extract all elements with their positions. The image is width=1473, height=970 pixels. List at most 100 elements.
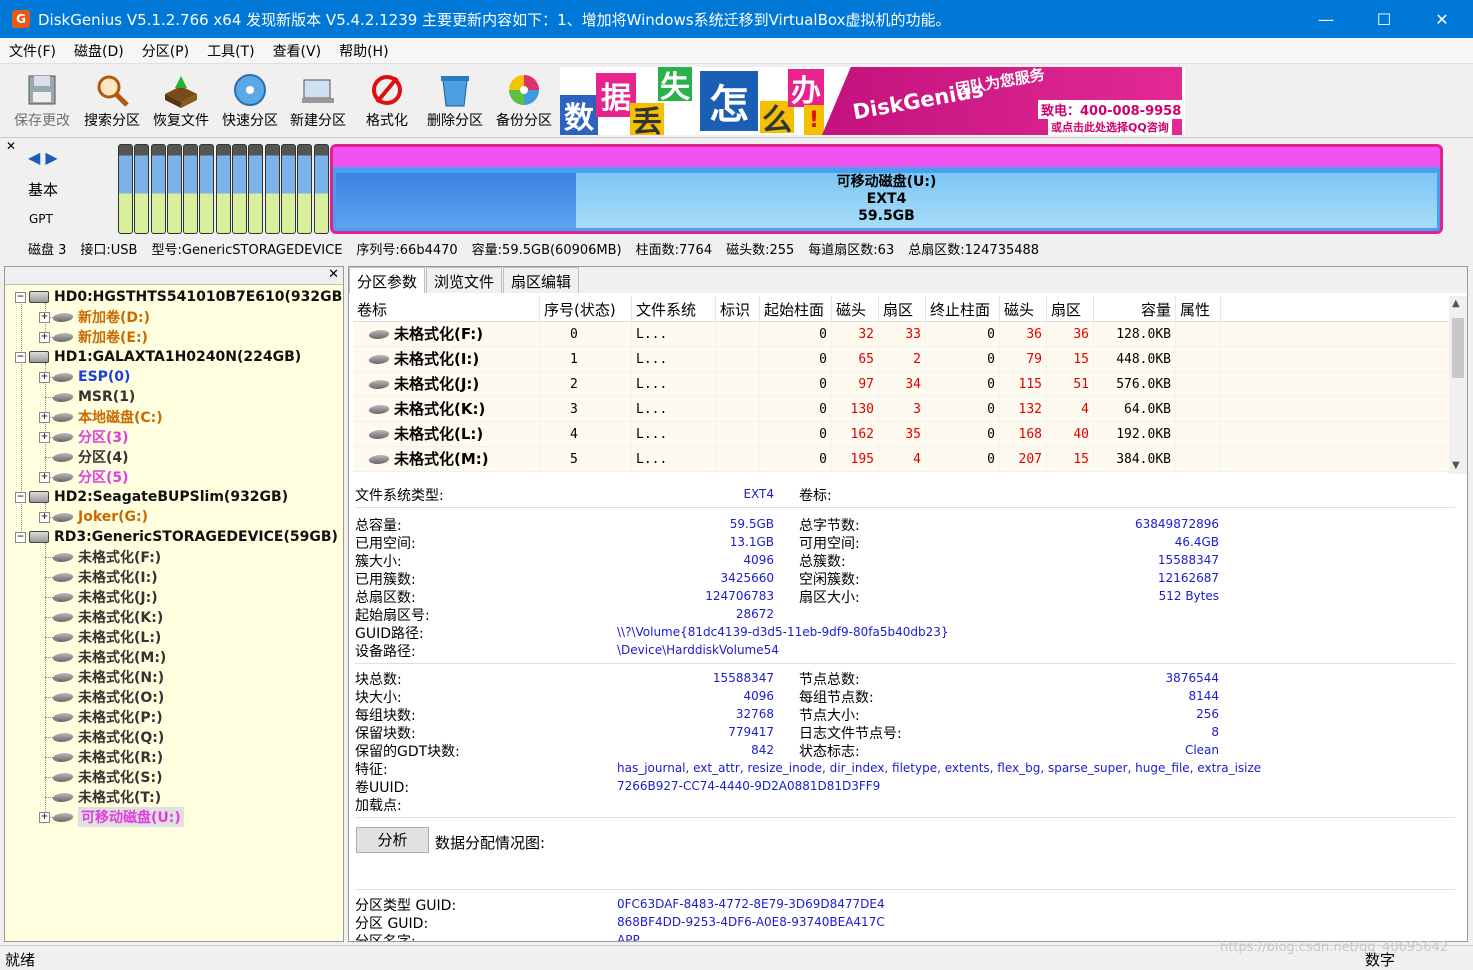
partition-block[interactable] (313, 144, 329, 234)
tree-partition-node[interactable]: 未格式化(K:) (39, 607, 163, 627)
scrollbar-thumb[interactable] (1452, 318, 1464, 378)
new-partition-button[interactable]: 新建分区 (284, 68, 352, 134)
partition-block[interactable] (183, 144, 199, 234)
tree-partition-node[interactable]: + 分区(3) (39, 427, 129, 447)
table-row[interactable]: 未格式化(K:) 3 L... 0 130 3 0 132 4 64.0KB (353, 396, 1449, 422)
tree-disk-node[interactable]: − HD1:GALAXTA1H0240N(224GB) (15, 347, 301, 367)
tab-browse-files[interactable]: 浏览文件 (426, 267, 503, 293)
expand-icon[interactable]: + (39, 471, 50, 483)
column-header[interactable]: 序号(状态) (540, 296, 632, 321)
expand-icon[interactable]: + (39, 331, 50, 343)
close-disk-panel-icon[interactable]: ✕ (6, 139, 16, 153)
tree-partition-node[interactable]: 未格式化(N:) (39, 667, 164, 687)
menu-disk[interactable]: 磁盘(D) (65, 41, 133, 61)
tree-partition-node[interactable]: 未格式化(M:) (39, 647, 166, 667)
tree-partition-node[interactable]: + 新加卷(E:) (39, 327, 148, 347)
partition-block[interactable] (118, 144, 133, 234)
column-header[interactable]: 磁头 (1000, 296, 1047, 321)
menu-view[interactable]: 查看(V) (264, 41, 331, 61)
tree-partition-node[interactable]: + 分区(5) (39, 467, 129, 487)
tree-disk-node[interactable]: − HD2:SeagateBUPSlim(932GB) (15, 487, 288, 507)
quick-partition-button[interactable]: 快速分区 (216, 68, 284, 134)
expand-icon[interactable]: + (39, 311, 50, 323)
expand-icon[interactable]: + (39, 411, 50, 423)
tree-partition-node[interactable]: + 可移动磁盘(U:) (39, 807, 184, 827)
menu-partition[interactable]: 分区(P) (133, 41, 198, 61)
partition-block[interactable] (134, 144, 150, 234)
partition-block[interactable] (166, 144, 182, 234)
close-tree-icon[interactable]: ✕ (328, 267, 339, 282)
partition-block[interactable] (150, 144, 166, 234)
tree-partition-node[interactable]: 未格式化(S:) (39, 767, 162, 787)
tree-partition-node[interactable]: 未格式化(P:) (39, 707, 163, 727)
partition-block[interactable] (199, 144, 215, 234)
column-header[interactable]: 终止柱面 (926, 296, 1000, 321)
advertisement-banner[interactable]: 数 据 丢 失 怎 么 办 ! DiskGenius 团队为您服务 致电：400… (560, 67, 1185, 135)
expand-icon[interactable]: + (39, 811, 50, 823)
recover-files-button[interactable]: 恢复文件 (147, 68, 215, 134)
maximize-button[interactable]: ☐ (1355, 0, 1413, 38)
tree-partition-node[interactable]: MSR(1) (39, 387, 135, 407)
tab-partition-params[interactable]: 分区参数 (349, 267, 426, 293)
tree-disk-node[interactable]: − HD0:HGSTHTS541010B7E610(932GB) (15, 287, 343, 307)
tree-partition-node[interactable]: 未格式化(O:) (39, 687, 164, 707)
save-changes-button[interactable]: 保存更改 (8, 68, 76, 134)
selected-partition-block[interactable]: 可移动磁盘(U:) EXT4 59.5GB (330, 144, 1443, 234)
column-header[interactable]: 卷标 (353, 296, 540, 321)
delete-partition-button[interactable]: 删除分区 (421, 68, 489, 134)
tree-partition-node[interactable]: + 本地磁盘(C:) (39, 407, 163, 427)
tab-sector-edit[interactable]: 扇区编辑 (503, 267, 580, 293)
search-partition-button[interactable]: 搜索分区 (78, 68, 146, 134)
tree-partition-node[interactable]: 未格式化(R:) (39, 747, 163, 767)
tree-partition-node[interactable]: 分区(4) (39, 447, 129, 467)
column-header[interactable]: 起始柱面 (760, 296, 832, 321)
column-header[interactable]: 文件系统 (632, 296, 716, 321)
close-button[interactable]: ✕ (1413, 0, 1471, 38)
collapse-icon[interactable]: − (15, 351, 26, 363)
column-header[interactable]: 标识 (716, 296, 760, 321)
analyze-button[interactable]: 分析 (356, 827, 429, 853)
tree-partition-node[interactable]: 未格式化(J:) (39, 587, 158, 607)
column-header[interactable]: 扇区 (1047, 296, 1094, 321)
tree-partition-node[interactable]: + Joker(G:) (39, 507, 148, 527)
small-partitions-map[interactable] (118, 144, 330, 234)
tree-partition-node[interactable]: 未格式化(T:) (39, 787, 161, 807)
minimize-button[interactable]: — (1297, 0, 1355, 38)
table-row[interactable]: 未格式化(M:) 5 L... 0 195 4 0 207 15 384.0KB (353, 446, 1449, 472)
table-row[interactable]: 未格式化(J:) 2 L... 0 97 34 0 115 51 576.0KB (353, 371, 1449, 397)
partition-block[interactable] (280, 144, 296, 234)
table-row[interactable]: 未格式化(L:) 4 L... 0 162 35 0 168 40 192.0KB (353, 421, 1449, 447)
table-row[interactable]: 未格式化(F:) 0 L... 0 32 33 0 36 36 128.0KB (353, 321, 1449, 347)
tree-partition-node[interactable]: 未格式化(F:) (39, 547, 161, 567)
tree-partition-node[interactable]: + 新加卷(D:) (39, 307, 150, 327)
expand-icon[interactable]: + (39, 431, 50, 443)
expand-icon[interactable]: + (39, 371, 50, 383)
banner-qq-link[interactable]: 或点击此处选择QQ咨询 (1048, 119, 1172, 135)
partition-block[interactable] (264, 144, 280, 234)
partition-block[interactable] (232, 144, 248, 234)
scroll-up-icon[interactable]: ▲ (1452, 298, 1460, 309)
menu-tools[interactable]: 工具(T) (198, 41, 263, 61)
tree-partition-node[interactable]: + ESP(0) (39, 367, 130, 387)
tree-partition-node[interactable]: 未格式化(Q:) (39, 727, 164, 747)
prev-disk-icon[interactable]: ◀ (28, 148, 40, 167)
collapse-icon[interactable]: − (15, 531, 26, 543)
collapse-icon[interactable]: − (15, 291, 26, 303)
expand-icon[interactable]: + (39, 511, 50, 523)
column-header[interactable]: 容量 (1094, 296, 1176, 321)
menu-help[interactable]: 帮助(H) (330, 41, 397, 61)
next-disk-icon[interactable]: ▶ (45, 148, 57, 167)
menu-file[interactable]: 文件(F) (0, 41, 65, 61)
table-row[interactable]: 未格式化(I:) 1 L... 0 65 2 0 79 15 448.0KB (353, 346, 1449, 372)
partition-block[interactable] (215, 144, 231, 234)
column-header[interactable]: 扇区 (879, 296, 926, 321)
table-scrollbar[interactable]: ▲ ▼ (1449, 296, 1467, 474)
column-header[interactable]: 磁头 (832, 296, 879, 321)
tree-partition-node[interactable]: 未格式化(I:) (39, 567, 158, 587)
column-header[interactable]: 属性 (1176, 296, 1221, 321)
scroll-down-icon[interactable]: ▼ (1452, 460, 1460, 471)
backup-partition-button[interactable]: 备份分区 (490, 68, 558, 134)
format-button[interactable]: 格式化 (353, 68, 421, 134)
tree-disk-node[interactable]: − RD3:GenericSTORAGEDEVICE(59GB) (15, 527, 338, 547)
partition-block[interactable] (248, 144, 264, 234)
